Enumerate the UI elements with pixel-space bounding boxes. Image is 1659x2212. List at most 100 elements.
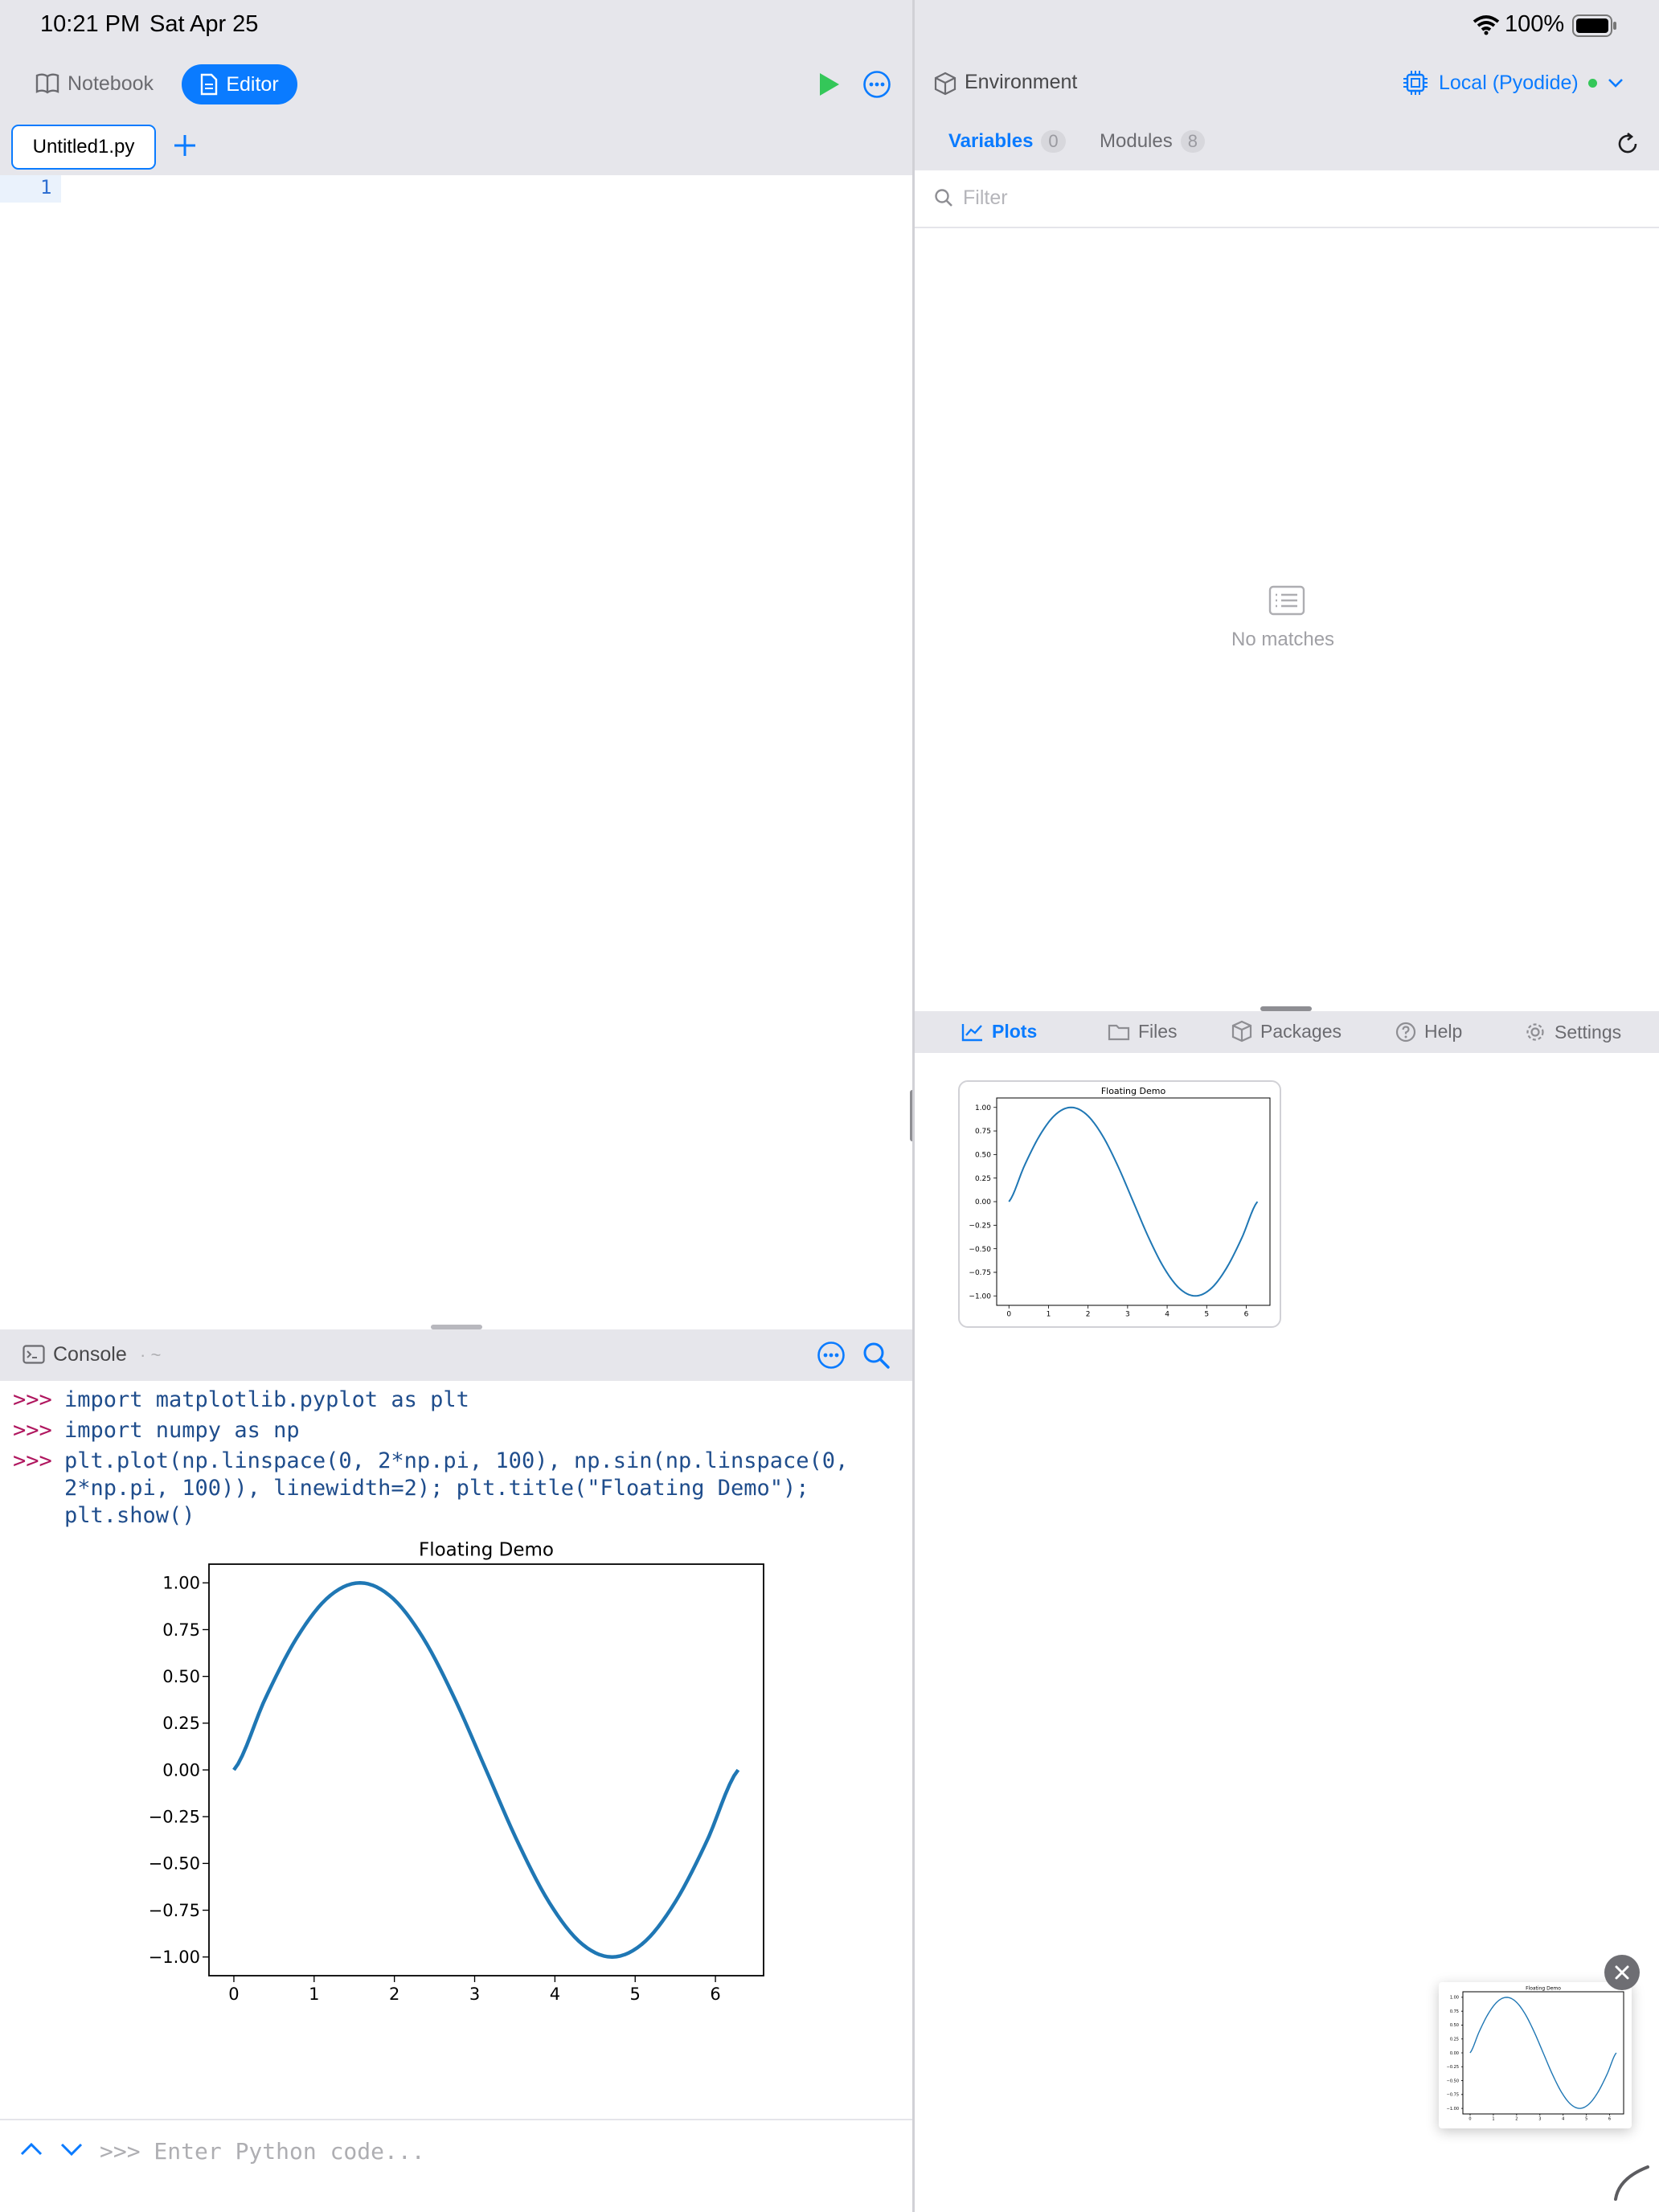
- x-tick-label: 0: [1469, 2116, 1471, 2121]
- y-tick-label: 1.00: [975, 1104, 991, 1112]
- chevron-down-icon: [60, 2143, 83, 2157]
- y-tick-label: 0.50: [162, 1667, 200, 1686]
- tab-packages[interactable]: Packages: [1231, 1020, 1342, 1043]
- tab-files[interactable]: Files: [1108, 1021, 1178, 1043]
- console-prompt: >>>: [13, 1387, 52, 1412]
- y-tick-label: 0.75: [1450, 2009, 1459, 2014]
- y-tick-label: −1.00: [969, 1292, 991, 1301]
- console-line: plt.show(): [64, 1503, 195, 1528]
- list-icon: [1268, 585, 1305, 620]
- tab-plots[interactable]: Plots: [961, 1021, 1037, 1043]
- y-tick-label: 0.25: [162, 1714, 200, 1733]
- x-tick-label: 2: [1515, 2116, 1518, 2121]
- tab-modules[interactable]: Modules 8: [1100, 130, 1205, 153]
- console-plot: Floating Demo 1.00 0.75 0.50 0.25 0.00 −0.25 −0…: [149, 1540, 764, 2004]
- close-floating-plot-button[interactable]: [1604, 1955, 1640, 1990]
- runtime-status-dot: [1587, 78, 1597, 88]
- x-tick-label: 2: [389, 1985, 399, 2004]
- y-tick-label: 0.00: [162, 1760, 200, 1780]
- help-icon: [1395, 1022, 1416, 1042]
- empty-state-text: No matches: [1231, 629, 1335, 650]
- runtime-selector[interactable]: Local (Pyodide): [1402, 66, 1624, 100]
- plot-thumbnail: Floating Demo 1.00 0.75 0.50 0.25 0.00 −0.25 −0…: [969, 1086, 1271, 1318]
- x-tick-label: 3: [1125, 1310, 1130, 1318]
- x-tick-label: 0: [228, 1985, 239, 2004]
- y-tick-label: −1.00: [1447, 2107, 1459, 2112]
- console-path: · ~: [140, 1345, 162, 1365]
- run-button[interactable]: [817, 71, 842, 102]
- console-prompt: >>>: [13, 1418, 52, 1443]
- y-tick-label: 0.25: [1450, 2037, 1459, 2042]
- tab-variables[interactable]: Variables 0: [948, 130, 1066, 153]
- ellipsis-circle-icon: [817, 1342, 845, 1369]
- history-up-button[interactable]: [19, 2141, 43, 2161]
- history-down-button[interactable]: [59, 2141, 84, 2161]
- notebook-label: Notebook: [68, 72, 154, 95]
- notebook-mode-button[interactable]: Notebook: [35, 64, 154, 103]
- editor-tab-untitled1[interactable]: Untitled1.py: [11, 125, 156, 170]
- y-tick-label: 0.00: [975, 1198, 991, 1206]
- y-tick-label: 0.25: [975, 1175, 991, 1183]
- y-tick-label: −0.50: [1447, 2079, 1459, 2083]
- console-prompt: >>>: [13, 1448, 52, 1473]
- console-search-button[interactable]: [862, 1341, 891, 1374]
- code-editor[interactable]: [61, 175, 912, 1326]
- x-tick-label: 5: [1204, 1310, 1209, 1318]
- x-tick-label: 4: [550, 1985, 560, 2004]
- x-tick-label: 1: [1047, 1310, 1051, 1318]
- y-tick-label: −0.50: [149, 1854, 200, 1874]
- book-icon: [35, 73, 59, 94]
- tab-help[interactable]: Help: [1395, 1021, 1462, 1043]
- floating-plot-window[interactable]: Floating Demo 1.00 0.75 0.50 0.25 0.00 −0.25 −0…: [1439, 1982, 1632, 2128]
- tab-help-label: Help: [1424, 1021, 1463, 1042]
- plot-thumbnail-card[interactable]: Floating Demo 1.00 0.75 0.50 0.25 0.00 −0.25 −0…: [958, 1080, 1281, 1328]
- x-tick-label: 3: [469, 1985, 480, 2004]
- resize-grip-icon[interactable]: [1611, 2162, 1651, 2206]
- y-tick-label: 1.00: [162, 1574, 200, 1593]
- tab-plots-label: Plots: [992, 1021, 1038, 1042]
- ellipsis-circle-icon: [863, 71, 891, 98]
- line-gutter-highlight: [0, 175, 61, 203]
- refresh-icon: [1618, 132, 1637, 154]
- y-tick-label: −0.25: [969, 1222, 991, 1230]
- console-header: [0, 1329, 912, 1381]
- filter-row: [915, 170, 1659, 228]
- console-input[interactable]: >>> Enter Python code...: [100, 2138, 425, 2165]
- filter-input[interactable]: Filter: [963, 186, 1008, 210]
- chevron-up-icon: [20, 2142, 43, 2156]
- editor-mode-button[interactable]: Editor: [182, 64, 297, 104]
- tab-settings[interactable]: Settings: [1524, 1021, 1621, 1043]
- editor-label: Editor: [226, 72, 279, 96]
- document-icon: [201, 73, 218, 96]
- tab-packages-label: Packages: [1260, 1020, 1342, 1042]
- x-tick-label: 5: [1585, 2116, 1587, 2121]
- close-icon: [1615, 1965, 1629, 1980]
- editor-more-button[interactable]: [862, 70, 891, 103]
- floating-plot: Floating Demo 1.00 0.75 0.50 0.25 0.00 −0.25 −0…: [1447, 1985, 1624, 2121]
- y-tick-label: −1.00: [149, 1948, 200, 1967]
- terminal-icon: [23, 1345, 45, 1368]
- x-tick-label: 5: [630, 1985, 641, 2004]
- chart-title: Floating Demo: [419, 1540, 554, 1561]
- x-tick-label: 4: [1165, 1310, 1169, 1318]
- console-line: import numpy as np: [64, 1418, 300, 1443]
- package-icon: [1231, 1020, 1252, 1043]
- add-tab-button[interactable]: [172, 133, 198, 162]
- y-tick-label: −0.75: [1447, 2093, 1459, 2098]
- y-tick-label: −0.50: [969, 1246, 991, 1254]
- search-icon: [863, 1342, 890, 1369]
- chevron-down-icon: [1608, 79, 1623, 88]
- x-tick-label: 6: [710, 1985, 720, 2004]
- console-more-button[interactable]: [817, 1341, 846, 1374]
- environment-title: Environment: [965, 71, 1078, 93]
- play-icon: [820, 73, 839, 96]
- y-tick-label: −0.25: [1447, 2065, 1459, 2070]
- line-number: 1: [40, 176, 52, 199]
- console-input-divider: [0, 2119, 912, 2120]
- tab-settings-label: Settings: [1555, 1021, 1622, 1043]
- x-tick-label: 6: [1608, 2116, 1611, 2121]
- y-tick-label: −0.25: [149, 1808, 200, 1827]
- x-tick-label: 6: [1244, 1310, 1249, 1318]
- y-tick-label: 1.00: [1450, 1996, 1459, 2001]
- refresh-button[interactable]: [1616, 132, 1640, 160]
